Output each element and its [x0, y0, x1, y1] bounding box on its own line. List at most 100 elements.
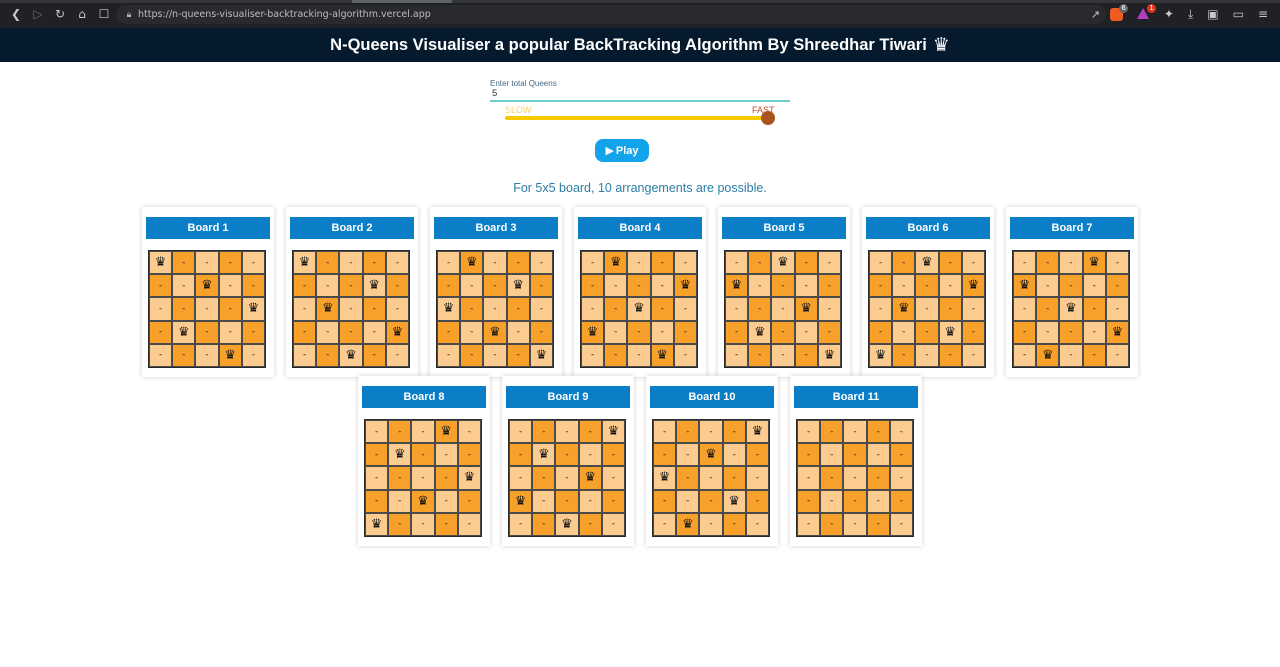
empty-cell: - — [506, 297, 530, 321]
empty-cell: - — [460, 297, 484, 321]
empty-cell: - — [843, 420, 867, 444]
wallet-icon[interactable]: ▭ — [1233, 7, 1244, 21]
brave-shields-icon[interactable]: 6 — [1109, 3, 1128, 21]
empty-cell: - — [385, 343, 409, 367]
queen-icon: ♛ — [1111, 324, 1124, 340]
active-tab[interactable] — [352, 0, 452, 3]
empty-cell: - — [149, 343, 173, 367]
queen-cell: ♛ — [869, 343, 893, 367]
queen-cell: ♛ — [365, 512, 389, 536]
bookmark-icon[interactable]: ☐ — [94, 4, 114, 24]
queen-cell: ♛ — [578, 466, 602, 490]
queen-icon: ♛ — [154, 255, 167, 271]
empty-cell: - — [293, 297, 317, 321]
queen-icon: ♛ — [561, 516, 573, 532]
queen-cell: ♛ — [411, 489, 435, 513]
empty-cell: - — [725, 297, 749, 321]
share-icon[interactable]: ↗ — [1091, 8, 1100, 21]
empty-cell: - — [460, 320, 484, 344]
menu-icon[interactable]: ≡ — [1258, 7, 1268, 21]
board-card: Board 10- - - - ♛ - - ♛ - - ♛ - - - - - - - ♛ - - ♛ - - - — [646, 376, 778, 546]
sidebar-icon[interactable]: ▣ — [1207, 7, 1218, 21]
queen-icon: ♛ — [247, 301, 260, 317]
queens-input-group: Enter total Queens — [490, 78, 790, 102]
queen-cell: ♛ — [1013, 274, 1037, 298]
empty-cell: - — [889, 512, 913, 536]
address-bar[interactable]: 🔒︎ https://n-queens-visualiser-backtrack… — [116, 5, 1106, 24]
queen-cell: ♛ — [915, 251, 939, 275]
play-button[interactable]: ▶ Play — [595, 139, 649, 162]
empty-cell: - — [748, 251, 772, 275]
empty-cell: - — [1013, 320, 1037, 344]
chess-board: ♛ - - - - - - - ♛ - - ♛ - - - - - - - ♛ - - ♛ - - — [292, 250, 410, 368]
queen-icon: ♛ — [298, 255, 311, 271]
empty-cell: - — [483, 274, 507, 298]
empty-cell: - — [339, 274, 363, 298]
empty-cell: - — [385, 251, 409, 275]
queen-cell: ♛ — [316, 297, 340, 321]
board-card: Board 2 ♛ - - - - - - - ♛ - - ♛ - - - - - - - ♛ - - ♛ - - — [286, 207, 418, 377]
empty-cell: - — [581, 343, 605, 367]
empty-cell: - — [843, 489, 867, 513]
empty-cell: - — [627, 274, 651, 298]
empty-cell: - — [411, 512, 435, 536]
lock-icon: 🔒︎ — [126, 9, 132, 20]
queen-cell: ♛ — [1036, 343, 1060, 367]
queen-icon: ♛ — [321, 301, 334, 317]
empty-cell: - — [653, 420, 677, 444]
empty-cell: - — [385, 274, 409, 298]
queen-cell: ♛ — [892, 297, 916, 321]
url-text[interactable]: https://n-queens-visualiser-backtracking… — [138, 9, 431, 20]
queen-icon: ♛ — [586, 324, 599, 340]
speed-slow-label: SLOW — [505, 105, 532, 115]
empty-cell: - — [771, 320, 795, 344]
empty-cell: - — [411, 443, 435, 467]
queen-cell: ♛ — [529, 343, 553, 367]
board-card: Board 8- - - ♛ - - ♛ - - - - - - - ♛ - - ♛ - - ♛ - - - - — [358, 376, 490, 546]
empty-cell: - — [869, 297, 893, 321]
empty-cell: - — [699, 489, 723, 513]
empty-cell: - — [1082, 343, 1106, 367]
empty-cell: - — [293, 343, 317, 367]
back-icon[interactable]: ❮ — [6, 4, 26, 24]
board-card: Board 4- ♛ - - - - - - - ♛ - - ♛ - - ♛ - - - - - - - ♛ - — [574, 207, 706, 377]
download-icon[interactable]: ⤓ — [1188, 7, 1193, 22]
empty-cell: - — [889, 420, 913, 444]
queen-icon: ♛ — [921, 255, 933, 271]
empty-cell: - — [604, 343, 628, 367]
empty-cell: - — [820, 489, 844, 513]
empty-cell: - — [195, 251, 219, 275]
extensions-icon[interactable]: ✦ — [1164, 7, 1174, 21]
queen-cell: ♛ — [1105, 320, 1129, 344]
empty-cell: - — [601, 443, 625, 467]
home-icon[interactable]: ⌂ — [72, 4, 92, 24]
queen-cell: ♛ — [745, 420, 769, 444]
brave-rewards-icon[interactable]: 1 — [1136, 4, 1156, 20]
empty-cell: - — [149, 274, 173, 298]
empty-cell: - — [771, 274, 795, 298]
speed-slider-track[interactable] — [505, 116, 770, 120]
queen-icon: ♛ — [705, 447, 717, 463]
queens-input[interactable] — [492, 87, 772, 100]
empty-cell: - — [149, 297, 173, 321]
empty-cell: - — [365, 420, 389, 444]
reload-icon[interactable]: ↻ — [50, 4, 70, 24]
queen-icon: ♛ — [463, 470, 476, 486]
empty-cell: - — [653, 489, 677, 513]
queen-icon: ♛ — [897, 301, 910, 317]
empty-cell: - — [869, 274, 893, 298]
queen-icon: ♛ — [489, 324, 501, 340]
queen-cell: ♛ — [604, 251, 628, 275]
queen-icon: ♛ — [753, 324, 766, 340]
empty-cell: - — [961, 251, 985, 275]
empty-cell: - — [581, 297, 605, 321]
queen-icon: ♛ — [368, 278, 381, 294]
forward-icon[interactable]: ▷ — [28, 4, 48, 24]
empty-cell: - — [172, 297, 196, 321]
empty-cell: - — [532, 512, 556, 536]
empty-cell: - — [555, 489, 579, 513]
queen-cell: ♛ — [961, 274, 985, 298]
chess-board: ------------------------- — [796, 419, 914, 537]
empty-cell: - — [578, 443, 602, 467]
speed-slider-thumb[interactable] — [761, 111, 775, 125]
